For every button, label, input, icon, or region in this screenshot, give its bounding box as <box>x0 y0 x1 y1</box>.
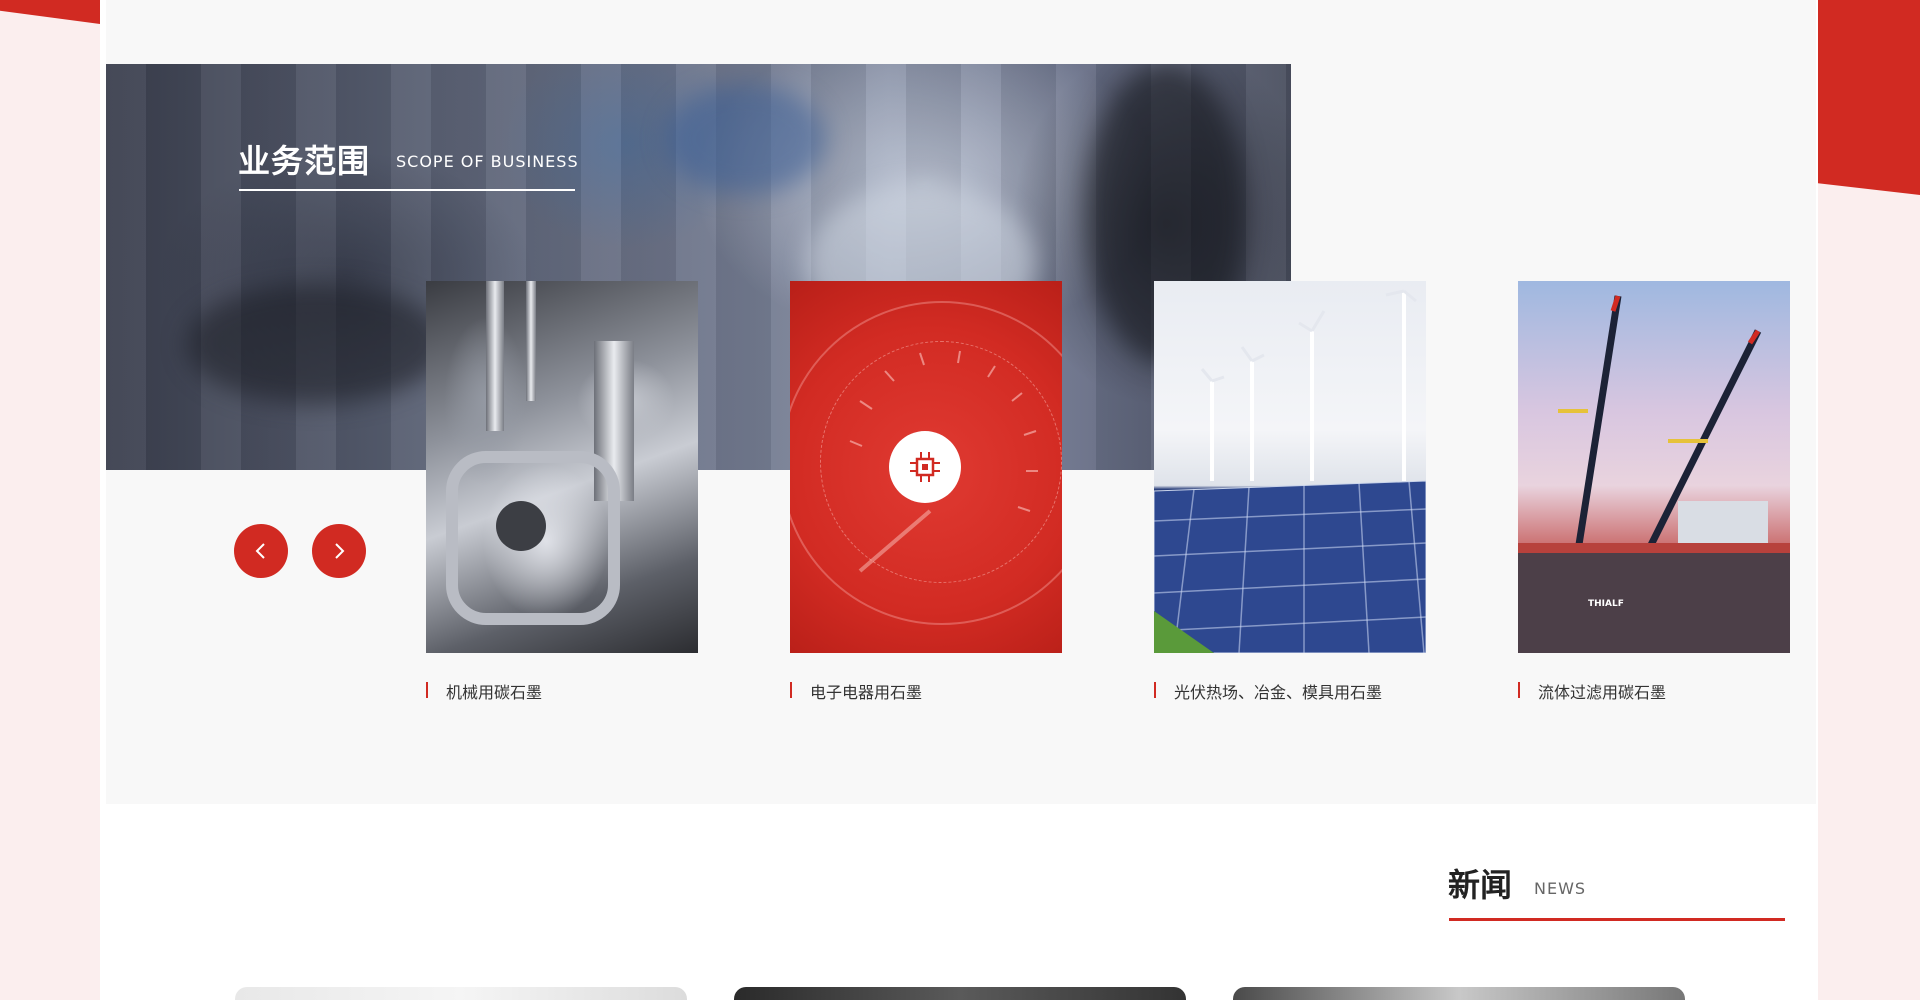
prev-button[interactable] <box>234 524 288 578</box>
business-card-fluid-filtration[interactable]: THIALF 流体过滤用碳石墨 <box>1518 281 1790 702</box>
business-card-electronics[interactable]: 电子电器用石墨 <box>790 281 1062 702</box>
chevron-left-icon <box>255 543 265 559</box>
speedometer-image <box>790 281 1062 653</box>
business-title: 业务范围 <box>238 142 371 180</box>
news-subtitle: NEWS <box>1534 879 1587 898</box>
circuit-chip-badge <box>889 431 961 503</box>
hero-blur-shape <box>666 84 826 194</box>
crane-structures <box>1518 295 1790 653</box>
business-subtitle: SCOPE OF BUSINESS <box>396 152 579 171</box>
business-card-solar[interactable]: 光伏热场、冶金、模具用石墨 <box>1154 281 1426 702</box>
card-caption: 光伏热场、冶金、模具用石墨 <box>1154 679 1474 703</box>
wind-turbines <box>1154 289 1426 653</box>
machinery-image <box>426 281 698 653</box>
news-thumbnail[interactable] <box>1233 987 1685 1000</box>
business-hero-background <box>106 64 1291 470</box>
solar-image <box>1154 281 1426 653</box>
card-caption: 流体过滤用碳石墨 <box>1518 679 1838 703</box>
circuit-chip-icon <box>910 452 940 482</box>
decorative-red-shape-right <box>1818 0 1920 195</box>
page-content: 业务范围 SCOPE OF BUSINESS 机械用碳石墨 电子电器用石墨 光伏… <box>100 0 1818 1000</box>
decorative-red-shape-left <box>0 0 100 24</box>
machine-hole <box>496 501 546 551</box>
news-thumbnail[interactable] <box>235 987 687 1000</box>
ship-name-label: THIALF <box>1588 599 1624 609</box>
news-title: 新闻 <box>1448 866 1513 904</box>
news-thumbnail[interactable] <box>734 987 1186 1000</box>
hero-blur-shape <box>186 284 446 404</box>
machine-rod <box>526 281 536 401</box>
business-section: 业务范围 SCOPE OF BUSINESS 机械用碳石墨 电子电器用石墨 光伏… <box>106 0 1816 804</box>
news-title-underline <box>1449 918 1785 921</box>
business-card-machinery[interactable]: 机械用碳石墨 <box>426 281 698 702</box>
card-caption: 机械用碳石墨 <box>426 679 746 703</box>
chevron-right-icon <box>335 543 345 559</box>
machine-rod <box>486 281 504 431</box>
crane-image: THIALF <box>1518 281 1790 653</box>
next-button[interactable] <box>312 524 366 578</box>
business-title-underline <box>239 189 575 191</box>
card-caption: 电子电器用石墨 <box>790 679 1110 703</box>
